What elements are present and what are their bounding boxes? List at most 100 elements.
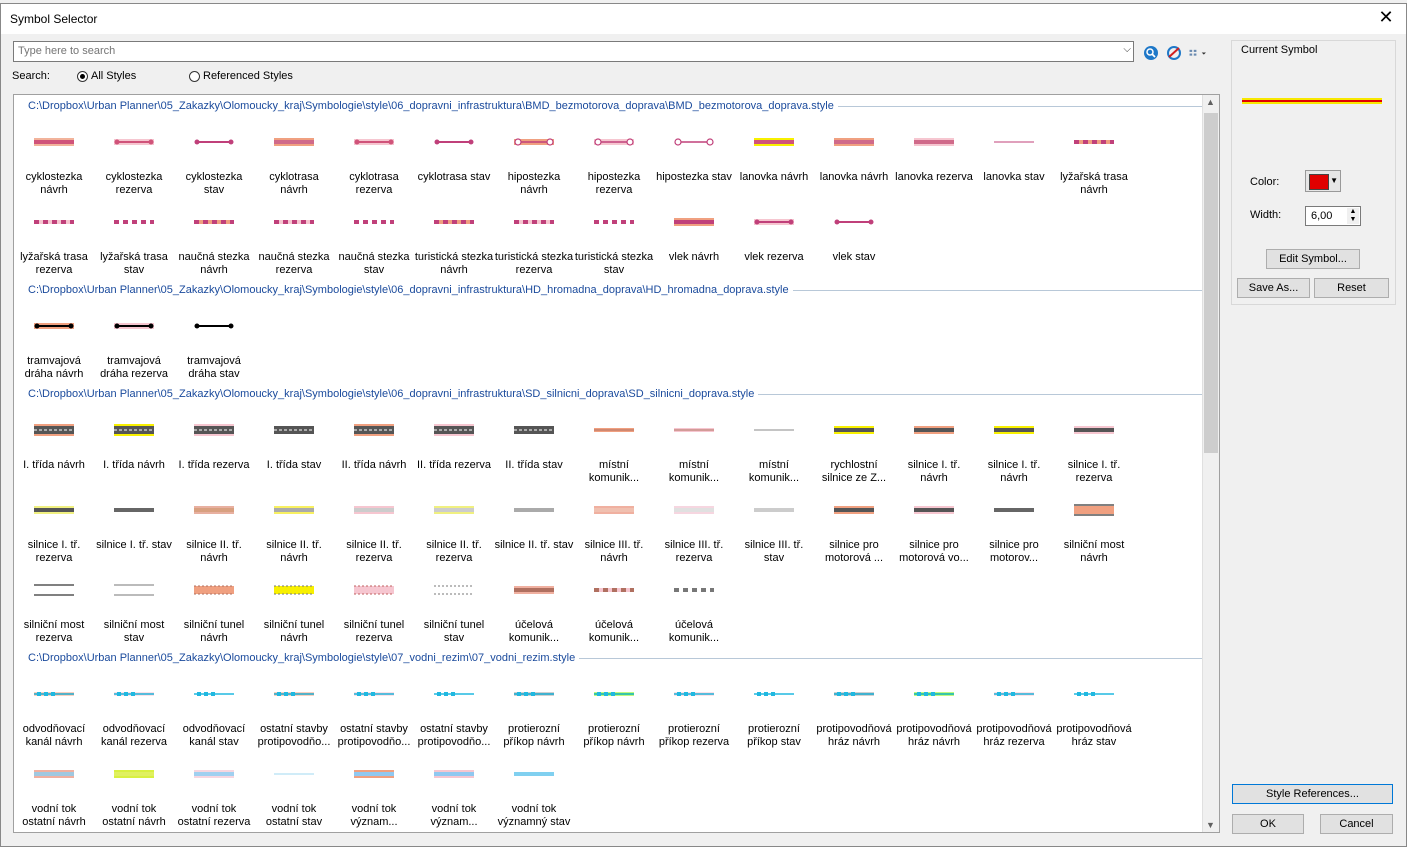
symbol-item[interactable]: protierozní příkop rezerva — [654, 671, 734, 751]
symbol-item[interactable]: turistická stezka stav — [574, 199, 654, 279]
symbol-item[interactable]: tramvajová dráha stav — [174, 303, 254, 383]
symbol-item[interactable]: místní komunik... — [654, 407, 734, 487]
symbol-item[interactable]: protierozní příkop návrh — [574, 671, 654, 751]
chevron-down-icon[interactable]: ⌵ — [1123, 44, 1131, 55]
symbol-item[interactable]: cyklostezka stav — [174, 119, 254, 199]
scroll-up-icon[interactable]: ▲ — [1206, 97, 1215, 107]
symbol-item[interactable]: I. třída návrh — [94, 407, 174, 487]
symbol-item[interactable]: vodní tok významný stav — [494, 751, 574, 831]
symbol-item[interactable]: lanovka návrh — [814, 119, 894, 199]
symbol-item[interactable]: cyklotrasa návrh — [254, 119, 334, 199]
symbol-item[interactable]: silniční most stav — [94, 567, 174, 647]
symbol-item[interactable]: silnice II. tř. rezerva — [334, 487, 414, 567]
symbol-item[interactable]: protierozní příkop stav — [734, 671, 814, 751]
symbol-item[interactable]: silnice I. tř. návrh — [894, 407, 974, 487]
symbol-item[interactable]: silnice III. tř. návrh — [574, 487, 654, 567]
style-group-header[interactable]: C:\Dropbox\Urban Planner\05_Zakazky\Olom… — [28, 387, 1202, 401]
style-references-button[interactable]: Style References... — [1232, 784, 1393, 804]
symbol-item[interactable]: cyklotrasa rezerva — [334, 119, 414, 199]
symbol-item[interactable]: vlek návrh — [654, 199, 734, 279]
symbol-item[interactable]: vodní tok ostatní návrh — [14, 751, 94, 831]
search-combobox[interactable]: ⌵ — [13, 41, 1134, 62]
symbol-item[interactable]: vodní tok ostatní návrh — [94, 751, 174, 831]
style-group-header[interactable]: C:\Dropbox\Urban Planner\05_Zakazky\Olom… — [28, 99, 1202, 113]
symbol-item[interactable]: cyklostezka návrh — [14, 119, 94, 199]
symbol-item[interactable]: účelová komunik... — [654, 567, 734, 647]
symbol-item[interactable]: účelová komunik... — [574, 567, 654, 647]
symbol-item[interactable]: vodní tok ostatní stav — [254, 751, 334, 831]
symbol-item[interactable]: silnice I. tř. návrh — [974, 407, 1054, 487]
symbol-item[interactable]: lanovka rezerva — [894, 119, 974, 199]
symbol-item[interactable]: naučná stezka stav — [334, 199, 414, 279]
symbol-item[interactable]: silnice pro motorov... — [974, 487, 1054, 567]
cancel-button[interactable]: Cancel — [1320, 814, 1393, 834]
symbol-item[interactable]: rychlostní silnice ze Z... — [814, 407, 894, 487]
symbol-item[interactable]: silnice I. tř. rezerva — [14, 487, 94, 567]
scroll-down-icon[interactable]: ▼ — [1206, 820, 1215, 830]
ok-button[interactable]: OK — [1232, 814, 1304, 834]
symbol-item[interactable]: I. třída návrh — [14, 407, 94, 487]
symbol-item[interactable]: silniční most návrh — [1054, 487, 1134, 567]
clear-search-icon[interactable] — [1165, 44, 1183, 62]
symbol-item[interactable]: tramvajová dráha rezerva — [94, 303, 174, 383]
symbol-item[interactable]: protipovodňová hráz stav — [1054, 671, 1134, 751]
width-stepper[interactable]: 6,00 ▲ ▼ — [1305, 206, 1361, 226]
search-icon[interactable] — [1142, 44, 1160, 62]
symbol-item[interactable]: silnice pro motorová ... — [814, 487, 894, 567]
symbol-item[interactable]: lyžařská trasa návrh — [1054, 119, 1134, 199]
symbol-item[interactable]: vodní tok význam... — [414, 751, 494, 831]
symbol-item[interactable]: protierozní příkop návrh — [494, 671, 574, 751]
symbol-item[interactable]: II. třída rezerva — [414, 407, 494, 487]
symbol-item[interactable]: silniční tunel návrh — [174, 567, 254, 647]
symbol-item[interactable]: silniční tunel návrh — [254, 567, 334, 647]
spin-arrows-icon[interactable]: ▲ ▼ — [1347, 208, 1359, 224]
color-picker-button[interactable]: ▼ — [1305, 170, 1341, 192]
reset-button[interactable]: Reset — [1314, 278, 1389, 298]
symbol-item[interactable]: cyklotrasa stav — [414, 119, 494, 199]
symbol-item[interactable]: silnice II. tř. stav — [494, 487, 574, 567]
symbol-item[interactable]: hipostezka rezerva — [574, 119, 654, 199]
close-icon[interactable]: ✕ — [1376, 7, 1396, 28]
symbol-item[interactable]: lyžařská trasa stav — [94, 199, 174, 279]
symbol-item[interactable]: naučná stezka rezerva — [254, 199, 334, 279]
vertical-scrollbar[interactable]: ▲ ▼ — [1202, 95, 1219, 832]
symbol-item[interactable]: odvodňovací kanál rezerva — [94, 671, 174, 751]
symbol-item[interactable]: protipovodňová hráz rezerva — [974, 671, 1054, 751]
symbol-item[interactable]: silniční most rezerva — [14, 567, 94, 647]
symbol-item[interactable]: silnice III. tř. stav — [734, 487, 814, 567]
style-group-header[interactable]: C:\Dropbox\Urban Planner\05_Zakazky\Olom… — [28, 283, 1202, 297]
symbol-item[interactable]: turistická stezka rezerva — [494, 199, 574, 279]
symbol-item[interactable]: hipostezka návrh — [494, 119, 574, 199]
symbol-item[interactable]: silnice III. tř. rezerva — [654, 487, 734, 567]
symbol-item[interactable]: hipostezka stav — [654, 119, 734, 199]
save-as-button[interactable]: Save As... — [1237, 278, 1310, 298]
symbol-item[interactable]: silniční tunel rezerva — [334, 567, 414, 647]
symbol-item[interactable]: I. třída rezerva — [174, 407, 254, 487]
edit-symbol-button[interactable]: Edit Symbol... — [1266, 249, 1360, 269]
symbol-item[interactable]: vodní tok ostatní rezerva — [174, 751, 254, 831]
symbol-item[interactable]: vlek rezerva — [734, 199, 814, 279]
scroll-thumb[interactable] — [1204, 113, 1218, 453]
symbol-gallery[interactable]: C:\Dropbox\Urban Planner\05_Zakazky\Olom… — [13, 94, 1220, 833]
symbol-item[interactable]: účelová komunik... — [494, 567, 574, 647]
symbol-item[interactable]: naučná stezka návrh — [174, 199, 254, 279]
style-group-header[interactable]: C:\Dropbox\Urban Planner\05_Zakazky\Olom… — [28, 651, 1202, 665]
symbol-item[interactable]: II. třída návrh — [334, 407, 414, 487]
symbol-item[interactable]: silnice I. tř. rezerva — [1054, 407, 1134, 487]
symbol-item[interactable]: lanovka návrh — [734, 119, 814, 199]
symbol-item[interactable]: tramvajová dráha návrh — [14, 303, 94, 383]
symbol-item[interactable]: silnice II. tř. rezerva — [414, 487, 494, 567]
view-options-icon[interactable] — [1189, 44, 1207, 62]
symbol-item[interactable]: lyžařská trasa rezerva — [14, 199, 94, 279]
symbol-item[interactable]: vodní tok význam... — [334, 751, 414, 831]
symbol-item[interactable]: vlek stav — [814, 199, 894, 279]
symbol-item[interactable]: místní komunik... — [734, 407, 814, 487]
symbol-item[interactable]: silnice I. tř. stav — [94, 487, 174, 567]
search-input[interactable] — [14, 42, 1117, 59]
symbol-item[interactable]: ostatní stavby protipovodňo... — [334, 671, 414, 751]
symbol-item[interactable]: odvodňovací kanál stav — [174, 671, 254, 751]
symbol-item[interactable]: ostatní stavby protipovodňo... — [414, 671, 494, 751]
symbol-item[interactable]: turistická stezka návrh — [414, 199, 494, 279]
symbol-item[interactable]: protipovodňová hráz návrh — [814, 671, 894, 751]
symbol-item[interactable]: silnice pro motorová vo... — [894, 487, 974, 567]
